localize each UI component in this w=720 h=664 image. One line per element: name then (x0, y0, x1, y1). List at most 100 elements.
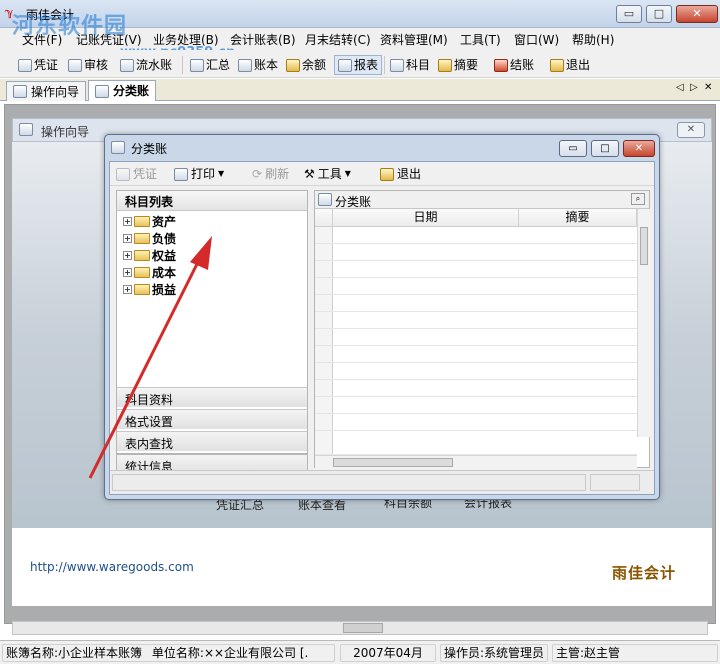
folder-icon (134, 266, 150, 278)
folder-icon (134, 232, 150, 244)
status-bar: 账簿名称:小企业样本账簿 单位名称:××企业有限公司 [. 2007年04月 操… (0, 640, 720, 664)
website-link[interactable]: http://www.waregoods.com (30, 560, 194, 574)
column-header-summary[interactable]: 摘要 (519, 209, 637, 227)
tree-item-cost[interactable]: + 成本 (123, 264, 176, 280)
chevron-down-icon[interactable]: ▼ (218, 165, 224, 183)
status-book-company: 账簿名称:小企业样本账簿 单位名称:××企业有限公司 [. (2, 644, 335, 662)
main-toolbar: 凭证 审核 流水账 汇总 账本 余额 报表 科目 摘要 结账 退出 (0, 50, 720, 78)
close-button[interactable]: ✕ (676, 5, 718, 23)
brand-logo-text: 雨佳会计 (612, 564, 677, 582)
dialog-exit-button[interactable]: 退出 (380, 165, 421, 183)
toolbar-ledger-button[interactable]: 账本 (238, 55, 278, 75)
exit-icon (380, 167, 394, 181)
table-row[interactable] (315, 397, 637, 414)
guide-close-button[interactable]: ✕ (677, 122, 705, 138)
report-icon (338, 58, 352, 72)
dialog-status-bar (110, 470, 654, 494)
column-header-date[interactable]: 日期 (333, 209, 519, 227)
grid-horizontal-scrollbar[interactable] (315, 455, 637, 469)
expand-icon[interactable]: + (123, 250, 132, 260)
dialog-voucher-button[interactable]: 凭证 (116, 165, 157, 183)
menu-month-end[interactable]: 月末结转(C) (305, 31, 371, 48)
dialog-minimize-button[interactable]: ▭ (559, 140, 587, 157)
toolbar-report-button[interactable]: 报表 (334, 55, 383, 75)
maximize-button[interactable]: □ (646, 5, 672, 23)
table-row[interactable] (315, 346, 637, 363)
toolbar-close-books-button[interactable]: 结账 (494, 55, 534, 75)
toolbar-exit-button[interactable]: 退出 (550, 55, 590, 75)
tree-item-liabilities[interactable]: + 负债 (123, 230, 176, 246)
grid-vertical-scrollbar[interactable] (637, 209, 651, 437)
menu-help[interactable]: 帮助(H) (572, 31, 614, 48)
section-table-search[interactable]: 表内查找 (117, 431, 307, 451)
tree-item-equity[interactable]: + 权益 (123, 247, 176, 263)
guide-icon (19, 123, 33, 136)
toolbar-audit-button[interactable]: 审核 (68, 55, 108, 75)
tab-close-icon[interactable]: ✕ (704, 82, 712, 93)
tools-icon: ⚒ (304, 167, 315, 181)
toolbar-abstract-button[interactable]: 摘要 (438, 55, 478, 75)
table-row[interactable] (315, 380, 637, 397)
dialog-print-button[interactable]: 打印 ▼ (174, 165, 224, 183)
chevron-down-icon[interactable]: ▼ (345, 165, 351, 183)
exit-icon (550, 58, 564, 72)
expand-icon[interactable]: + (123, 216, 132, 226)
row-header (315, 295, 333, 311)
menu-tools[interactable]: 工具(T) (460, 31, 501, 48)
tab-guide[interactable]: 操作向导 (6, 81, 87, 101)
table-row[interactable] (315, 278, 637, 295)
menu-reports[interactable]: 会计账表(B) (230, 31, 296, 48)
toolbar-summary-button[interactable]: 汇总 (190, 55, 230, 75)
tab-scroll-right-icon[interactable]: ▷ (690, 82, 698, 93)
table-row[interactable] (315, 295, 637, 312)
dialog-tools-button[interactable]: ⚒ 工具 ▼ (304, 165, 351, 183)
toolbar-account-button[interactable]: 科目 (390, 55, 430, 75)
ledger-grid: 日期 摘要 (315, 209, 651, 455)
abstract-icon (438, 58, 452, 72)
dialog-close-button[interactable]: ✕ (623, 140, 655, 157)
scroll-thumb[interactable] (640, 227, 648, 265)
row-header (315, 312, 333, 328)
table-row[interactable] (315, 431, 637, 455)
workspace-horizontal-scrollbar[interactable] (12, 621, 708, 635)
row-header (315, 329, 333, 345)
row-header (315, 380, 333, 396)
table-row[interactable] (315, 227, 637, 244)
row-header (315, 397, 333, 413)
row-header (315, 278, 333, 294)
tab-classified-ledger[interactable]: 分类账 (88, 80, 157, 101)
status-panel (112, 474, 586, 491)
dialog-content: 凭证 打印 ▼ ⟳ 刷新 ⚒ 工具 ▼ 退出 科目列表 + 资产 + 负债 + 权益 + 成本 … (109, 161, 655, 495)
minimize-button[interactable]: ▭ (616, 5, 642, 23)
expand-icon[interactable]: + (123, 233, 132, 243)
table-row[interactable] (315, 261, 637, 278)
toolbar-voucher-button[interactable]: 凭证 (18, 55, 58, 75)
menu-window[interactable]: 窗口(W) (514, 31, 559, 48)
table-row[interactable] (315, 363, 637, 380)
table-row[interactable] (315, 414, 637, 431)
zoom-icon[interactable]: ⌕ (631, 193, 645, 205)
tree-item-profit-loss[interactable]: + 损益 (123, 281, 176, 297)
table-row[interactable] (315, 312, 637, 329)
ledger-window-icon (111, 141, 125, 154)
tree-item-assets[interactable]: + 资产 (123, 213, 176, 229)
toolbar-journal-button[interactable]: 流水账 (120, 55, 172, 75)
ledger-grid-panel: 分类账 ⌕ 日期 摘要 (314, 190, 651, 469)
scroll-thumb[interactable] (343, 623, 383, 633)
table-row[interactable] (315, 244, 637, 261)
expand-icon[interactable]: + (123, 267, 132, 277)
dialog-title-bar: 分类账 ▭ □ ✕ (105, 135, 659, 161)
dialog-toolbar: 凭证 打印 ▼ ⟳ 刷新 ⚒ 工具 ▼ 退出 (110, 162, 654, 186)
menu-data[interactable]: 资料管理(M) (380, 31, 448, 48)
scroll-thumb[interactable] (333, 458, 453, 467)
dialog-refresh-button[interactable]: ⟳ 刷新 (252, 165, 289, 183)
expand-icon[interactable]: + (123, 284, 132, 294)
section-format-settings[interactable]: 格式设置 (117, 409, 307, 429)
section-account-data[interactable]: 科目资料 (117, 387, 307, 407)
dialog-maximize-button[interactable]: □ (591, 140, 619, 157)
table-row[interactable] (315, 329, 637, 346)
folder-icon (134, 215, 150, 227)
status-panel (590, 474, 640, 491)
tab-scroll-left-icon[interactable]: ◁ (676, 82, 684, 93)
toolbar-balance-button[interactable]: 余额 (286, 55, 326, 75)
